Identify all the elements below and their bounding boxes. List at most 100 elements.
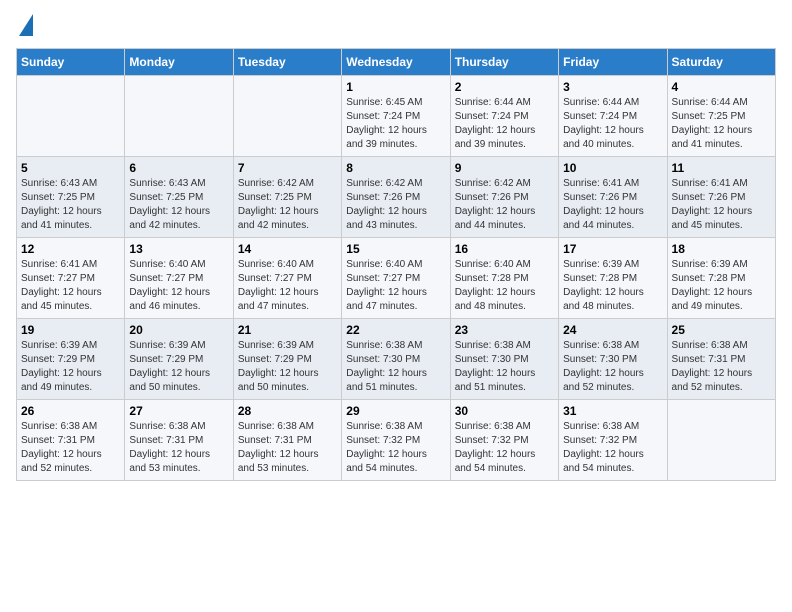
day-info: Sunrise: 6:39 AMSunset: 7:29 PMDaylight:… <box>21 339 120 395</box>
day-info: Sunrise: 6:38 AMSunset: 7:30 PMDaylight:… <box>563 339 662 395</box>
day-info: Sunrise: 6:44 AMSunset: 7:24 PMDaylight:… <box>563 96 662 152</box>
calendar-empty-cell <box>17 76 125 157</box>
calendar-day-23: 23 Sunrise: 6:38 AMSunset: 7:30 PMDayligh… <box>450 319 558 400</box>
calendar-day-28: 28 Sunrise: 6:38 AMSunset: 7:31 PMDayligh… <box>233 400 341 481</box>
calendar-day-2: 2Sunrise: 6:44 AMSunset: 7:24 PMDaylight… <box>450 76 558 157</box>
day-info: Sunrise: 6:39 AMSunset: 7:28 PMDaylight:… <box>563 258 662 314</box>
day-number: 29 <box>346 404 445 418</box>
day-header-thursday: Thursday <box>450 49 558 76</box>
day-number: 19 <box>21 323 120 337</box>
calendar-day-22: 22Sunrise: 6:38 AMSunset: 7:30 PMDayligh… <box>342 319 450 400</box>
calendar-header-row: SundayMondayTuesdayWednesdayThursdayFrid… <box>17 49 776 76</box>
calendar-week-row: 5 Sunrise: 6:43 AMSunset: 7:25 PMDaylight… <box>17 157 776 238</box>
day-info: Sunrise: 6:38 AMSunset: 7:31 PMDaylight:… <box>672 339 771 395</box>
day-number: 12 <box>21 242 120 256</box>
day-info: Sunrise: 6:40 AMSunset: 7:27 PMDaylight:… <box>129 258 228 314</box>
day-info: Sunrise: 6:38 AMSunset: 7:31 PMDaylight:… <box>129 420 228 476</box>
day-info: Sunrise: 6:44 AMSunset: 7:24 PMDaylight:… <box>455 96 554 152</box>
day-number: 25 <box>672 323 771 337</box>
day-info: Sunrise: 6:41 AMSunset: 7:26 PMDaylight:… <box>672 177 771 233</box>
day-info: Sunrise: 6:44 AMSunset: 7:25 PMDaylight:… <box>672 96 771 152</box>
day-info: Sunrise: 6:40 AMSunset: 7:28 PMDaylight:… <box>455 258 554 314</box>
calendar-day-4: 4 Sunrise: 6:44 AMSunset: 7:25 PMDaylight… <box>667 76 775 157</box>
calendar-day-17: 17 Sunrise: 6:39 AMSunset: 7:28 PMDayligh… <box>559 238 667 319</box>
calendar-day-27: 27 Sunrise: 6:38 AMSunset: 7:31 PMDayligh… <box>125 400 233 481</box>
calendar-week-row: 26 Sunrise: 6:38 AMSunset: 7:31 PMDayligh… <box>17 400 776 481</box>
calendar-day-24: 24 Sunrise: 6:38 AMSunset: 7:30 PMDayligh… <box>559 319 667 400</box>
day-header-tuesday: Tuesday <box>233 49 341 76</box>
day-info: Sunrise: 6:38 AMSunset: 7:31 PMDaylight:… <box>238 420 337 476</box>
calendar-empty-cell <box>233 76 341 157</box>
day-info: Sunrise: 6:43 AMSunset: 7:25 PMDaylight:… <box>129 177 228 233</box>
day-number: 8 <box>346 161 445 175</box>
calendar-day-19: 19 Sunrise: 6:39 AMSunset: 7:29 PMDayligh… <box>17 319 125 400</box>
day-info: Sunrise: 6:42 AMSunset: 7:26 PMDaylight:… <box>346 177 445 233</box>
day-info: Sunrise: 6:39 AMSunset: 7:28 PMDaylight:… <box>672 258 771 314</box>
day-number: 31 <box>563 404 662 418</box>
day-number: 26 <box>21 404 120 418</box>
day-number: 27 <box>129 404 228 418</box>
calendar-day-14: 14 Sunrise: 6:40 AMSunset: 7:27 PMDayligh… <box>233 238 341 319</box>
day-number: 13 <box>129 242 228 256</box>
day-info: Sunrise: 6:39 AMSunset: 7:29 PMDaylight:… <box>238 339 337 395</box>
day-info: Sunrise: 6:38 AMSunset: 7:30 PMDaylight:… <box>346 339 445 395</box>
calendar-day-6: 6 Sunrise: 6:43 AMSunset: 7:25 PMDaylight… <box>125 157 233 238</box>
day-header-friday: Friday <box>559 49 667 76</box>
calendar-day-25: 25 Sunrise: 6:38 AMSunset: 7:31 PMDayligh… <box>667 319 775 400</box>
day-number: 10 <box>563 161 662 175</box>
day-number: 7 <box>238 161 337 175</box>
day-info: Sunrise: 6:38 AMSunset: 7:32 PMDaylight:… <box>455 420 554 476</box>
day-info: Sunrise: 6:41 AMSunset: 7:26 PMDaylight:… <box>563 177 662 233</box>
logo <box>16 16 33 36</box>
calendar-week-row: 1 Sunrise: 6:45 AMSunset: 7:24 PMDaylight… <box>17 76 776 157</box>
day-number: 23 <box>455 323 554 337</box>
calendar-day-5: 5 Sunrise: 6:43 AMSunset: 7:25 PMDaylight… <box>17 157 125 238</box>
day-number: 1 <box>346 80 445 94</box>
day-number: 5 <box>21 161 120 175</box>
day-info: Sunrise: 6:42 AMSunset: 7:26 PMDaylight:… <box>455 177 554 233</box>
calendar-day-9: 9Sunrise: 6:42 AMSunset: 7:26 PMDaylight… <box>450 157 558 238</box>
day-info: Sunrise: 6:40 AMSunset: 7:27 PMDaylight:… <box>238 258 337 314</box>
day-header-monday: Monday <box>125 49 233 76</box>
day-number: 4 <box>672 80 771 94</box>
calendar-day-3: 3 Sunrise: 6:44 AMSunset: 7:24 PMDaylight… <box>559 76 667 157</box>
day-info: Sunrise: 6:42 AMSunset: 7:25 PMDaylight:… <box>238 177 337 233</box>
calendar-week-row: 19 Sunrise: 6:39 AMSunset: 7:29 PMDayligh… <box>17 319 776 400</box>
day-number: 24 <box>563 323 662 337</box>
logo-icon <box>19 14 33 36</box>
day-info: Sunrise: 6:43 AMSunset: 7:25 PMDaylight:… <box>21 177 120 233</box>
calendar-day-21: 21 Sunrise: 6:39 AMSunset: 7:29 PMDayligh… <box>233 319 341 400</box>
calendar-day-20: 20Sunrise: 6:39 AMSunset: 7:29 PMDayligh… <box>125 319 233 400</box>
day-info: Sunrise: 6:38 AMSunset: 7:32 PMDaylight:… <box>346 420 445 476</box>
day-number: 17 <box>563 242 662 256</box>
calendar-day-13: 13 Sunrise: 6:40 AMSunset: 7:27 PMDayligh… <box>125 238 233 319</box>
day-number: 30 <box>455 404 554 418</box>
calendar-week-row: 12 Sunrise: 6:41 AMSunset: 7:27 PMDayligh… <box>17 238 776 319</box>
day-info: Sunrise: 6:45 AMSunset: 7:24 PMDaylight:… <box>346 96 445 152</box>
calendar-day-11: 11 Sunrise: 6:41 AMSunset: 7:26 PMDayligh… <box>667 157 775 238</box>
page-header <box>16 16 776 36</box>
day-number: 28 <box>238 404 337 418</box>
day-header-sunday: Sunday <box>17 49 125 76</box>
day-info: Sunrise: 6:38 AMSunset: 7:30 PMDaylight:… <box>455 339 554 395</box>
calendar-empty-cell <box>667 400 775 481</box>
calendar-day-12: 12 Sunrise: 6:41 AMSunset: 7:27 PMDayligh… <box>17 238 125 319</box>
day-number: 14 <box>238 242 337 256</box>
calendar-day-16: 16Sunrise: 6:40 AMSunset: 7:28 PMDayligh… <box>450 238 558 319</box>
day-number: 11 <box>672 161 771 175</box>
calendar-day-30: 30 Sunrise: 6:38 AMSunset: 7:32 PMDayligh… <box>450 400 558 481</box>
calendar-empty-cell <box>125 76 233 157</box>
calendar-day-29: 29 Sunrise: 6:38 AMSunset: 7:32 PMDayligh… <box>342 400 450 481</box>
day-info: Sunrise: 6:38 AMSunset: 7:31 PMDaylight:… <box>21 420 120 476</box>
day-info: Sunrise: 6:40 AMSunset: 7:27 PMDaylight:… <box>346 258 445 314</box>
day-number: 20 <box>129 323 228 337</box>
day-number: 3 <box>563 80 662 94</box>
calendar-day-8: 8 Sunrise: 6:42 AMSunset: 7:26 PMDaylight… <box>342 157 450 238</box>
day-info: Sunrise: 6:41 AMSunset: 7:27 PMDaylight:… <box>21 258 120 314</box>
day-number: 21 <box>238 323 337 337</box>
day-number: 18 <box>672 242 771 256</box>
calendar-day-15: 15 Sunrise: 6:40 AMSunset: 7:27 PMDayligh… <box>342 238 450 319</box>
day-number: 15 <box>346 242 445 256</box>
day-number: 6 <box>129 161 228 175</box>
calendar-day-18: 18 Sunrise: 6:39 AMSunset: 7:28 PMDayligh… <box>667 238 775 319</box>
